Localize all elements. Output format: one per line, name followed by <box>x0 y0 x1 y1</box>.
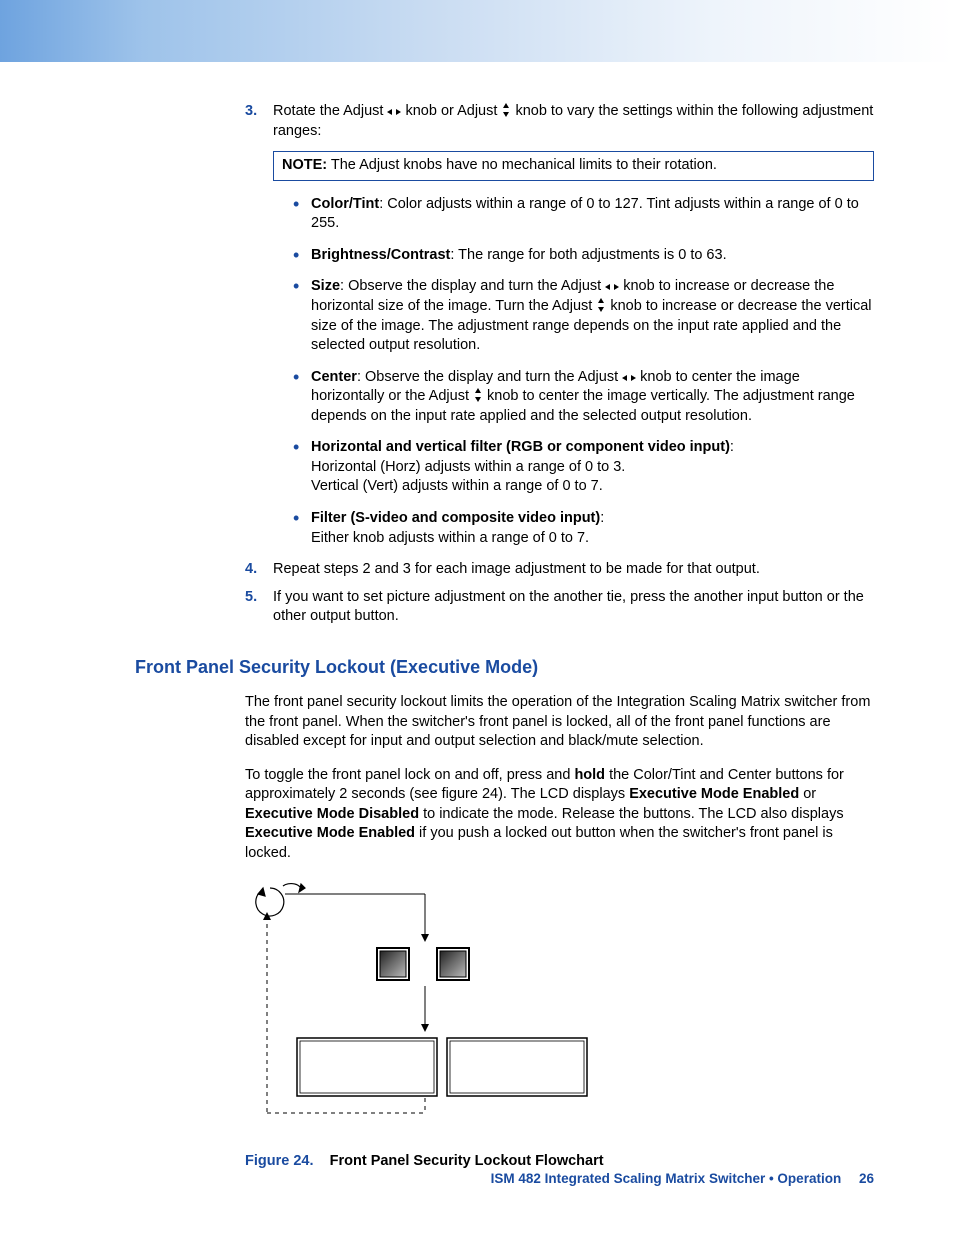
bullet-center-t1: : Observe the display and turn the Adjus… <box>357 369 622 385</box>
bullet-filter: Filter (S-video and composite video inpu… <box>293 509 874 548</box>
bullet-size-label: Size <box>311 278 340 294</box>
step-5: 5. If you want to set picture adjustment… <box>245 588 874 627</box>
step-3-text-b: knob or Adjust <box>401 103 501 119</box>
lockout-para-1: The front panel security lockout limits … <box>245 693 874 752</box>
bullet-color-text: : Color adjusts within a range of 0 to 1… <box>311 196 859 232</box>
bullet-hvfilter-label: Horizontal and vertical filter (RGB or c… <box>311 439 730 455</box>
step-4-number: 4. <box>245 560 257 580</box>
bullet-hvfilter-line1: Horizontal (Horz) adjusts within a range… <box>311 459 625 475</box>
step-4: 4. Repeat steps 2 and 3 for each image a… <box>245 560 874 580</box>
lockout-para-2: To toggle the front panel lock on and of… <box>245 766 874 864</box>
page-footer: ISM 482 Integrated Scaling Matrix Switch… <box>491 1170 874 1188</box>
step-3: 3. Rotate the Adjust knob or Adjust knob… <box>245 102 874 548</box>
flowchart-diagram <box>245 878 874 1135</box>
bullet-color-label: Color/Tint <box>311 196 379 212</box>
step-3-text-a: Rotate the Adjust <box>273 103 387 119</box>
bullet-size: Size: Observe the display and turn the A… <box>293 277 874 355</box>
step-4-text: Repeat steps 2 and 3 for each image adju… <box>273 561 760 577</box>
bullet-hvfilter-line2: Vertical (Vert) adjusts within a range o… <box>311 478 603 494</box>
section-heading-lockout: Front Panel Security Lockout (Executive … <box>135 655 874 679</box>
vert-adjust-icon <box>473 388 483 402</box>
bullet-filter-line1: Either knob adjusts within a range of 0 … <box>311 530 589 546</box>
bullet-size-t1: : Observe the display and turn the Adjus… <box>340 278 605 294</box>
page-content: 3. Rotate the Adjust knob or Adjust knob… <box>0 62 954 1212</box>
bullet-center-label: Center <box>311 369 357 385</box>
footer-doc-title: ISM 482 Integrated Scaling Matrix Switch… <box>491 1171 842 1186</box>
bullet-center: Center: Observe the display and turn the… <box>293 368 874 427</box>
page-top-banner <box>0 0 954 62</box>
note-label: NOTE: <box>282 157 327 173</box>
vert-adjust-icon <box>501 103 511 117</box>
figure-caption-text: Front Panel Security Lockout Flowchart <box>330 1153 604 1169</box>
bullet-hv-filter: Horizontal and vertical filter (RGB or c… <box>293 438 874 497</box>
step-5-text: If you want to set picture adjustment on… <box>273 589 864 625</box>
step-3-number: 3. <box>245 102 257 122</box>
figure-label: Figure 24. <box>245 1153 314 1169</box>
note-text: The Adjust knobs have no mechanical limi… <box>327 157 717 173</box>
step-5-number: 5. <box>245 588 257 608</box>
footer-page-number: 26 <box>859 1171 874 1186</box>
bullet-filter-label: Filter (S-video and composite video inpu… <box>311 510 600 526</box>
note-box: NOTE: The Adjust knobs have no mechanica… <box>273 151 874 181</box>
bullet-color-tint: Color/Tint: Color adjusts within a range… <box>293 195 874 234</box>
horiz-adjust-icon <box>622 373 636 383</box>
horiz-adjust-icon <box>605 282 619 292</box>
horiz-adjust-icon <box>387 107 401 117</box>
bullet-brightness: Brightness/Contrast: The range for both … <box>293 246 874 266</box>
bullet-bright-label: Brightness/Contrast <box>311 247 450 263</box>
vert-adjust-icon <box>596 298 606 312</box>
bullet-bright-text: : The range for both adjustments is 0 to… <box>450 247 726 263</box>
